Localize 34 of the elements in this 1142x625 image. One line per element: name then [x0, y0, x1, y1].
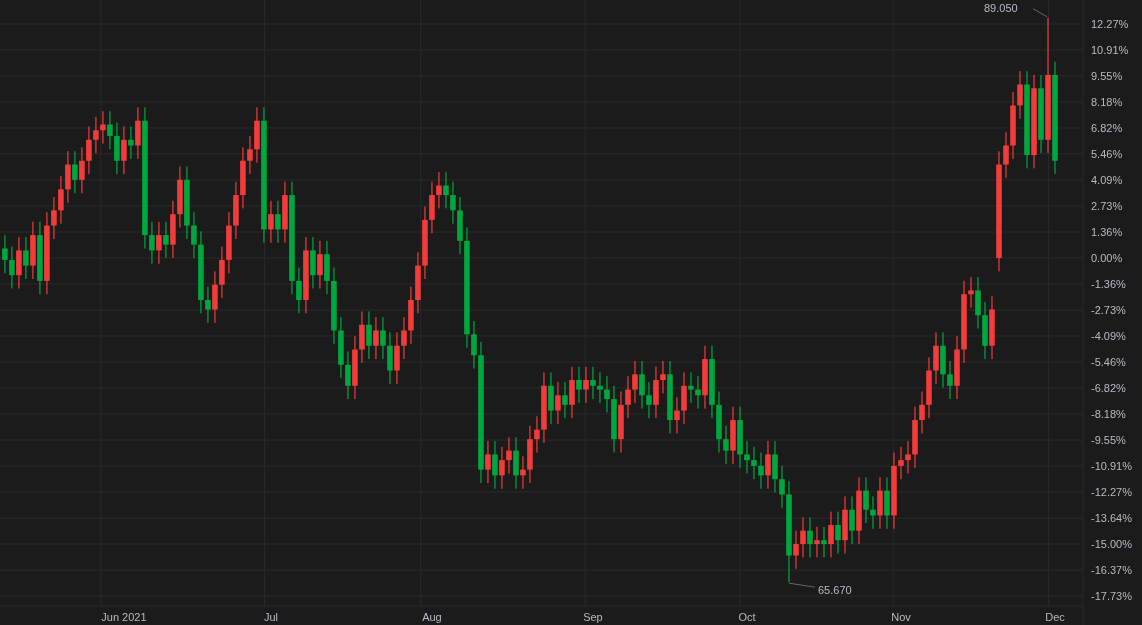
axis-tick-label: Dec: [1045, 611, 1065, 623]
axis-tick-label: -17.73%: [1091, 590, 1132, 603]
axis-tick-label: -8.18%: [1091, 408, 1126, 420]
axis-tick-label: -6.82%: [1091, 382, 1126, 395]
axis-tick-label: 6.82%: [1091, 121, 1123, 134]
axis-tick-label: 10.91%: [1091, 43, 1129, 56]
axis-tick-label: -2.73%: [1091, 304, 1126, 317]
leader-line: [788, 582, 816, 588]
axis-tick-label: -5.46%: [1091, 356, 1126, 369]
axis-tick-label: Jun 2021: [101, 611, 147, 623]
price-annotation: 89.050: [984, 1, 1018, 14]
axis-tick-label: -16.37%: [1091, 564, 1132, 577]
axis-tick-label: Jul: [263, 611, 278, 623]
axis-tick-label: 1.36%: [1091, 226, 1123, 239]
axis-tick-label: -9.55%: [1091, 434, 1126, 447]
leader-line: [1032, 8, 1048, 18]
price-annotation: 65.670: [817, 584, 852, 597]
axis-tick-label: -15.00%: [1091, 538, 1132, 551]
axis-tick-label: -12.27%: [1091, 485, 1132, 498]
axis-tick-label: -10.91%: [1091, 460, 1132, 473]
axis-tick-label: -13.64%: [1091, 512, 1132, 525]
axis-tick-label: -1.36%: [1091, 277, 1126, 290]
axis-tick-label: 5.46%: [1091, 147, 1123, 160]
axis-tick-label: 4.09%: [1091, 174, 1123, 186]
axis-tick-label: Sep: [583, 611, 603, 623]
axis-tick-label: Oct: [738, 611, 756, 623]
axis-tick-label: Aug: [422, 611, 442, 623]
axis-tick-label: 9.55%: [1091, 69, 1123, 82]
axis-tick-label: 0.00%: [1091, 252, 1123, 264]
axis-tick-label: Nov: [891, 611, 911, 623]
axis-tick-label: -4.09%: [1091, 330, 1126, 342]
axis-tick-label: 2.73%: [1091, 199, 1123, 212]
axis-tick-label: 8.18%: [1091, 96, 1123, 108]
axis-tick-label: 12.27%: [1091, 18, 1129, 31]
